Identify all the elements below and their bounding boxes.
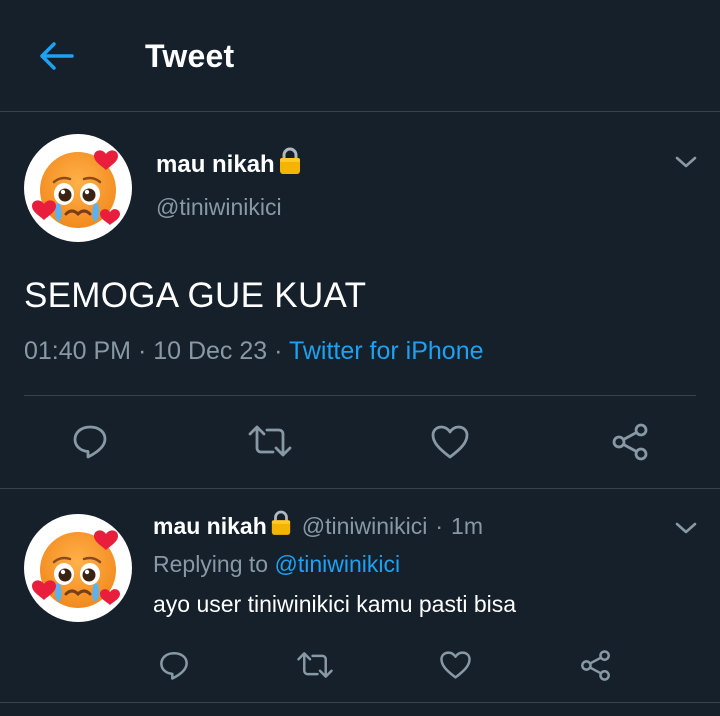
retweet-button[interactable] [296, 648, 334, 682]
divider [0, 488, 720, 489]
avatar[interactable] [24, 134, 132, 242]
author-handle[interactable]: @tiniwinikici [156, 194, 282, 221]
lock-icon [270, 510, 292, 542]
reply-avatar[interactable] [24, 514, 132, 622]
reply-options-button[interactable] [671, 516, 701, 540]
arrow-left-icon [40, 42, 74, 70]
like-button[interactable] [438, 649, 472, 681]
reply-button[interactable] [157, 648, 191, 682]
heart-icon [431, 425, 469, 459]
replying-to-mention[interactable]: @tiniwinikici [274, 551, 400, 577]
retweet-icon [297, 652, 333, 678]
heart-icon [439, 651, 471, 679]
share-button[interactable] [578, 647, 612, 683]
divider [24, 395, 696, 396]
tweet-timestamp: 01:40 PM · 10 Dec 23 · [24, 337, 289, 365]
pleading-face-hearts-emoji [32, 150, 120, 228]
tweet-source-link[interactable]: Twitter for iPhone [289, 337, 484, 365]
page-title: Tweet [145, 38, 235, 74]
top-app-bar: Tweet [0, 0, 720, 112]
separator-dot: · [435, 512, 444, 539]
tweet-meta: 01:40 PM · 10 Dec 23 · Twitter for iPhon… [24, 337, 484, 366]
retweet-button[interactable] [247, 421, 293, 461]
reply-text: ayo user tiniwinikici kamu pasti bisa [153, 591, 517, 617]
reply-timestamp: 1m [451, 512, 483, 539]
reply-author-handle: @tiniwinikici [301, 512, 428, 539]
author-name[interactable]: mau nikah [156, 147, 302, 182]
lock-icon [278, 147, 302, 182]
tweet-text: SEMOGA GUE KUAT [24, 276, 367, 315]
chevron-down-icon [675, 156, 697, 168]
tweet-options-button[interactable] [671, 150, 701, 174]
divider [0, 702, 720, 703]
retweet-icon [248, 425, 292, 457]
share-icon [612, 423, 648, 461]
chevron-down-icon [675, 522, 697, 534]
replying-to-label: Replying to [153, 551, 275, 577]
back-button[interactable] [36, 38, 76, 74]
share-icon [580, 649, 610, 681]
replying-to-line: Replying to @tiniwinikici [153, 551, 400, 578]
like-button[interactable] [429, 422, 471, 462]
share-button[interactable] [609, 421, 651, 463]
reply-author-name: mau nikah [153, 512, 267, 539]
reply-author-row[interactable]: mau nikah @tiniwinikici · 1m [153, 510, 483, 542]
author-name-text: mau nikah [156, 150, 275, 178]
pleading-face-hearts-emoji [32, 530, 120, 608]
reply-icon [73, 425, 107, 459]
reply-icon [160, 651, 188, 680]
reply-button[interactable] [70, 421, 110, 461]
